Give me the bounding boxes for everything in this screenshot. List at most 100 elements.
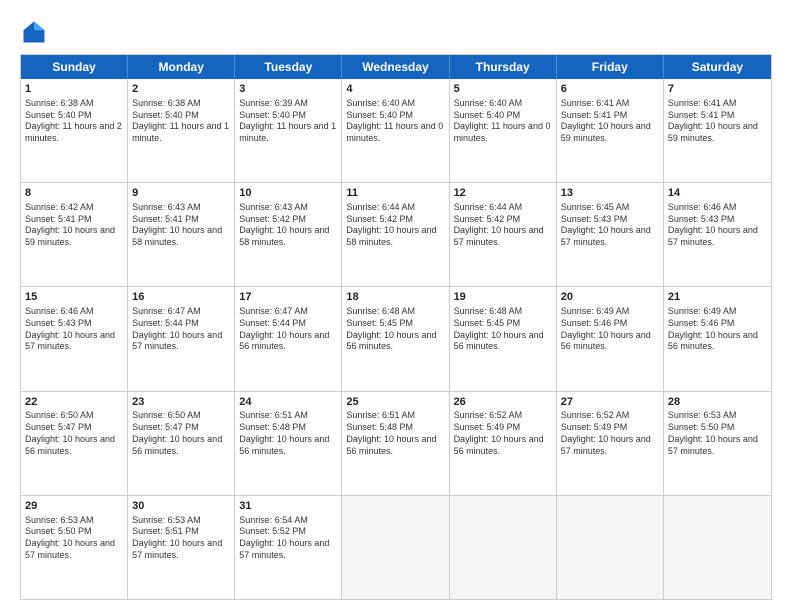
logo bbox=[20, 18, 54, 46]
header-tuesday: Tuesday bbox=[235, 55, 342, 79]
page: Sunday Monday Tuesday Wednesday Thursday… bbox=[0, 0, 792, 612]
day-number: 18 bbox=[346, 290, 444, 305]
calendar-cell: 6Sunrise: 6:41 AM Sunset: 5:41 PM Daylig… bbox=[557, 79, 664, 182]
day-number: 17 bbox=[239, 290, 337, 305]
header-thursday: Thursday bbox=[450, 55, 557, 79]
calendar-cell: 18Sunrise: 6:48 AM Sunset: 5:45 PM Dayli… bbox=[342, 287, 449, 390]
calendar-row-2: 15Sunrise: 6:46 AM Sunset: 5:43 PM Dayli… bbox=[21, 286, 771, 390]
cell-info: Sunrise: 6:38 AM Sunset: 5:40 PM Dayligh… bbox=[132, 98, 230, 145]
calendar-row-4: 29Sunrise: 6:53 AM Sunset: 5:50 PM Dayli… bbox=[21, 495, 771, 599]
calendar-cell: 15Sunrise: 6:46 AM Sunset: 5:43 PM Dayli… bbox=[21, 287, 128, 390]
cell-info: Sunrise: 6:53 AM Sunset: 5:50 PM Dayligh… bbox=[668, 410, 767, 457]
cell-info: Sunrise: 6:52 AM Sunset: 5:49 PM Dayligh… bbox=[561, 410, 659, 457]
cell-info: Sunrise: 6:46 AM Sunset: 5:43 PM Dayligh… bbox=[668, 202, 767, 249]
cell-info: Sunrise: 6:48 AM Sunset: 5:45 PM Dayligh… bbox=[454, 306, 552, 353]
day-number: 22 bbox=[25, 395, 123, 410]
calendar-cell: 16Sunrise: 6:47 AM Sunset: 5:44 PM Dayli… bbox=[128, 287, 235, 390]
cell-info: Sunrise: 6:50 AM Sunset: 5:47 PM Dayligh… bbox=[132, 410, 230, 457]
cell-info: Sunrise: 6:41 AM Sunset: 5:41 PM Dayligh… bbox=[668, 98, 767, 145]
cell-info: Sunrise: 6:50 AM Sunset: 5:47 PM Dayligh… bbox=[25, 410, 123, 457]
calendar-row-1: 8Sunrise: 6:42 AM Sunset: 5:41 PM Daylig… bbox=[21, 182, 771, 286]
calendar-cell: 30Sunrise: 6:53 AM Sunset: 5:51 PM Dayli… bbox=[128, 496, 235, 599]
calendar-row-3: 22Sunrise: 6:50 AM Sunset: 5:47 PM Dayli… bbox=[21, 391, 771, 495]
calendar-header: Sunday Monday Tuesday Wednesday Thursday… bbox=[21, 55, 771, 79]
calendar-cell: 5Sunrise: 6:40 AM Sunset: 5:40 PM Daylig… bbox=[450, 79, 557, 182]
cell-info: Sunrise: 6:45 AM Sunset: 5:43 PM Dayligh… bbox=[561, 202, 659, 249]
calendar-cell: 29Sunrise: 6:53 AM Sunset: 5:50 PM Dayli… bbox=[21, 496, 128, 599]
day-number: 11 bbox=[346, 186, 444, 201]
calendar-cell: 3Sunrise: 6:39 AM Sunset: 5:40 PM Daylig… bbox=[235, 79, 342, 182]
day-number: 27 bbox=[561, 395, 659, 410]
day-number: 20 bbox=[561, 290, 659, 305]
calendar-cell: 12Sunrise: 6:44 AM Sunset: 5:42 PM Dayli… bbox=[450, 183, 557, 286]
day-number: 23 bbox=[132, 395, 230, 410]
day-number: 7 bbox=[668, 82, 767, 97]
calendar-cell bbox=[450, 496, 557, 599]
day-number: 31 bbox=[239, 499, 337, 514]
cell-info: Sunrise: 6:51 AM Sunset: 5:48 PM Dayligh… bbox=[346, 410, 444, 457]
day-number: 26 bbox=[454, 395, 552, 410]
cell-info: Sunrise: 6:49 AM Sunset: 5:46 PM Dayligh… bbox=[668, 306, 767, 353]
day-number: 25 bbox=[346, 395, 444, 410]
cell-info: Sunrise: 6:42 AM Sunset: 5:41 PM Dayligh… bbox=[25, 202, 123, 249]
calendar-cell: 28Sunrise: 6:53 AM Sunset: 5:50 PM Dayli… bbox=[664, 392, 771, 495]
cell-info: Sunrise: 6:39 AM Sunset: 5:40 PM Dayligh… bbox=[239, 98, 337, 145]
cell-info: Sunrise: 6:53 AM Sunset: 5:50 PM Dayligh… bbox=[25, 515, 123, 562]
header-monday: Monday bbox=[128, 55, 235, 79]
calendar-cell: 7Sunrise: 6:41 AM Sunset: 5:41 PM Daylig… bbox=[664, 79, 771, 182]
cell-info: Sunrise: 6:47 AM Sunset: 5:44 PM Dayligh… bbox=[132, 306, 230, 353]
calendar-cell: 11Sunrise: 6:44 AM Sunset: 5:42 PM Dayli… bbox=[342, 183, 449, 286]
cell-info: Sunrise: 6:44 AM Sunset: 5:42 PM Dayligh… bbox=[454, 202, 552, 249]
cell-info: Sunrise: 6:49 AM Sunset: 5:46 PM Dayligh… bbox=[561, 306, 659, 353]
day-number: 13 bbox=[561, 186, 659, 201]
cell-info: Sunrise: 6:43 AM Sunset: 5:41 PM Dayligh… bbox=[132, 202, 230, 249]
cell-info: Sunrise: 6:38 AM Sunset: 5:40 PM Dayligh… bbox=[25, 98, 123, 145]
header bbox=[20, 18, 772, 46]
calendar-cell: 8Sunrise: 6:42 AM Sunset: 5:41 PM Daylig… bbox=[21, 183, 128, 286]
day-number: 19 bbox=[454, 290, 552, 305]
cell-info: Sunrise: 6:44 AM Sunset: 5:42 PM Dayligh… bbox=[346, 202, 444, 249]
day-number: 9 bbox=[132, 186, 230, 201]
day-number: 30 bbox=[132, 499, 230, 514]
cell-info: Sunrise: 6:43 AM Sunset: 5:42 PM Dayligh… bbox=[239, 202, 337, 249]
cell-info: Sunrise: 6:40 AM Sunset: 5:40 PM Dayligh… bbox=[454, 98, 552, 145]
cell-info: Sunrise: 6:53 AM Sunset: 5:51 PM Dayligh… bbox=[132, 515, 230, 562]
header-wednesday: Wednesday bbox=[342, 55, 449, 79]
calendar-cell: 31Sunrise: 6:54 AM Sunset: 5:52 PM Dayli… bbox=[235, 496, 342, 599]
calendar-cell: 21Sunrise: 6:49 AM Sunset: 5:46 PM Dayli… bbox=[664, 287, 771, 390]
day-number: 29 bbox=[25, 499, 123, 514]
day-number: 14 bbox=[668, 186, 767, 201]
day-number: 5 bbox=[454, 82, 552, 97]
day-number: 16 bbox=[132, 290, 230, 305]
day-number: 8 bbox=[25, 186, 123, 201]
cell-info: Sunrise: 6:51 AM Sunset: 5:48 PM Dayligh… bbox=[239, 410, 337, 457]
cell-info: Sunrise: 6:52 AM Sunset: 5:49 PM Dayligh… bbox=[454, 410, 552, 457]
day-number: 1 bbox=[25, 82, 123, 97]
calendar-cell: 19Sunrise: 6:48 AM Sunset: 5:45 PM Dayli… bbox=[450, 287, 557, 390]
calendar-cell: 10Sunrise: 6:43 AM Sunset: 5:42 PM Dayli… bbox=[235, 183, 342, 286]
day-number: 24 bbox=[239, 395, 337, 410]
cell-info: Sunrise: 6:41 AM Sunset: 5:41 PM Dayligh… bbox=[561, 98, 659, 145]
day-number: 3 bbox=[239, 82, 337, 97]
day-number: 2 bbox=[132, 82, 230, 97]
cell-info: Sunrise: 6:46 AM Sunset: 5:43 PM Dayligh… bbox=[25, 306, 123, 353]
calendar-cell: 22Sunrise: 6:50 AM Sunset: 5:47 PM Dayli… bbox=[21, 392, 128, 495]
day-number: 21 bbox=[668, 290, 767, 305]
day-number: 4 bbox=[346, 82, 444, 97]
calendar-cell: 26Sunrise: 6:52 AM Sunset: 5:49 PM Dayli… bbox=[450, 392, 557, 495]
day-number: 6 bbox=[561, 82, 659, 97]
header-sunday: Sunday bbox=[21, 55, 128, 79]
calendar-cell: 24Sunrise: 6:51 AM Sunset: 5:48 PM Dayli… bbox=[235, 392, 342, 495]
cell-info: Sunrise: 6:40 AM Sunset: 5:40 PM Dayligh… bbox=[346, 98, 444, 145]
calendar-cell bbox=[557, 496, 664, 599]
cell-info: Sunrise: 6:47 AM Sunset: 5:44 PM Dayligh… bbox=[239, 306, 337, 353]
calendar-cell: 13Sunrise: 6:45 AM Sunset: 5:43 PM Dayli… bbox=[557, 183, 664, 286]
calendar-cell bbox=[664, 496, 771, 599]
logo-icon bbox=[20, 18, 48, 46]
calendar-body: 1Sunrise: 6:38 AM Sunset: 5:40 PM Daylig… bbox=[21, 79, 771, 599]
day-number: 10 bbox=[239, 186, 337, 201]
calendar-cell: 2Sunrise: 6:38 AM Sunset: 5:40 PM Daylig… bbox=[128, 79, 235, 182]
day-number: 15 bbox=[25, 290, 123, 305]
calendar-cell: 17Sunrise: 6:47 AM Sunset: 5:44 PM Dayli… bbox=[235, 287, 342, 390]
day-number: 28 bbox=[668, 395, 767, 410]
